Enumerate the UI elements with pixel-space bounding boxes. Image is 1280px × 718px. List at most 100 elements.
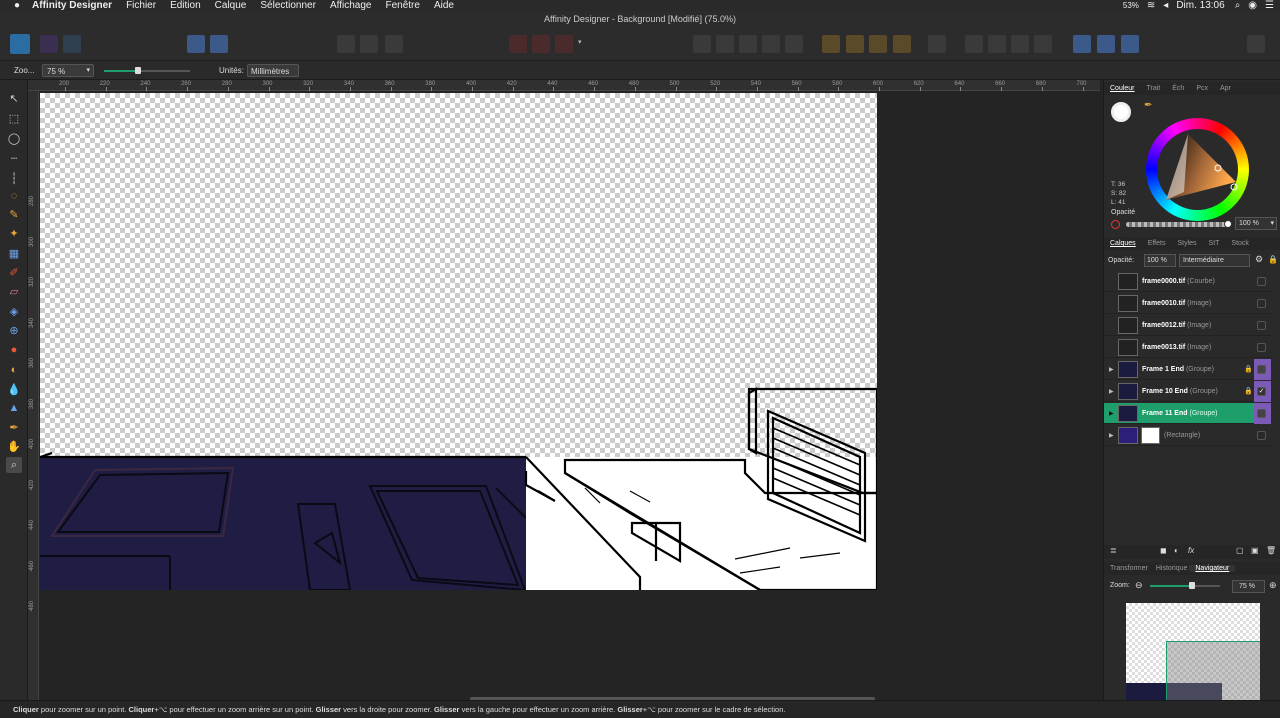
nav-zoom-slider[interactable] <box>1150 582 1220 589</box>
menu-fenetre[interactable]: Fenêtre <box>385 0 419 11</box>
rotate-right-icon[interactable] <box>1034 35 1052 53</box>
menu-selectionner[interactable]: Sélectionner <box>260 0 316 11</box>
snapping-icon[interactable] <box>210 35 228 53</box>
magic-wand-icon[interactable]: ✦ <box>6 225 22 241</box>
fx-icon[interactable]: fx <box>1188 546 1194 555</box>
grid-icon[interactable] <box>509 35 527 53</box>
magnet-icon[interactable] <box>555 35 573 53</box>
menu-edition[interactable]: Edition <box>170 0 201 11</box>
transform-bbox-icon[interactable] <box>385 35 403 53</box>
lock-icon[interactable]: 🔒 <box>1244 365 1253 373</box>
add-layer-icon[interactable]: ▢ <box>1236 546 1244 555</box>
visibility-checkbox[interactable] <box>1257 365 1266 374</box>
expand-arrow-icon[interactable]: ▶ <box>1109 388 1114 395</box>
menu-fichier[interactable]: Fichier <box>126 0 156 11</box>
guides-icon[interactable] <box>532 35 550 53</box>
tab-calques[interactable]: Calques <box>1104 240 1142 247</box>
lock-icon[interactable]: 🔒 <box>1244 387 1253 395</box>
flip-horizontal-icon[interactable] <box>965 35 983 53</box>
marquee-tool-icon[interactable]: ⬚ <box>6 110 22 126</box>
arrange-front-icon[interactable] <box>893 35 911 53</box>
grid-tool-icon[interactable]: ▦ <box>6 245 22 261</box>
tab-navigateur[interactable]: Navigateur <box>1189 565 1236 572</box>
tab-trait[interactable]: Trait <box>1141 85 1167 92</box>
apple-icon[interactable]: ● <box>14 0 20 11</box>
visibility-checkbox-checked[interactable]: ✓ <box>1257 387 1266 396</box>
menu-app[interactable]: Affinity Designer <box>32 0 112 11</box>
color-wheel[interactable] <box>1146 118 1249 221</box>
layer-row[interactable]: frame0013.tif (Image) <box>1104 337 1271 358</box>
layer-opacity-dropdown[interactable]: 100 % <box>1144 254 1176 267</box>
align-icon[interactable] <box>928 35 946 53</box>
eraser-tool-icon[interactable]: ▱ <box>6 283 22 299</box>
navigator-preview[interactable] <box>1126 603 1260 700</box>
gear-icon[interactable]: ⚙ <box>1255 254 1263 265</box>
ellipse-marquee-icon[interactable]: ◯ <box>6 130 22 146</box>
geometry-intersect-icon[interactable] <box>1121 35 1139 53</box>
adjustment-icon[interactable]: ◐ <box>1174 546 1179 555</box>
visibility-checkbox[interactable] <box>1257 321 1266 330</box>
fill-stroke-swatch[interactable] <box>1111 102 1131 122</box>
zoom-slider[interactable] <box>104 67 190 74</box>
zoom-out-icon[interactable]: ⊖ <box>1135 580 1143 591</box>
tab-historique[interactable]: Historique <box>1154 565 1190 572</box>
burn-tool-icon[interactable]: ● <box>6 342 22 358</box>
vertical-ruler[interactable]: 280 300 320 340 360 380 400 420 440 460 480 <box>28 91 39 700</box>
dodge-tool-icon[interactable]: ◐ <box>6 362 22 378</box>
expand-arrow-icon[interactable]: ▶ <box>1109 410 1114 417</box>
zoom-in-icon[interactable]: ⊕ <box>1269 580 1277 591</box>
tab-styles[interactable]: Styles <box>1171 240 1202 247</box>
color-picker-icon[interactable]: ✒ <box>1144 100 1152 111</box>
tab-ech[interactable]: Éch <box>1166 85 1190 92</box>
opacity-slider[interactable] <box>1126 220 1232 228</box>
horizontal-ruler[interactable]: 200 220 240 260 280 300 320 340 360 380 400 420 440 4… <box>28 80 1100 91</box>
navigator-viewport[interactable] <box>1166 641 1260 700</box>
arrange-backward-icon[interactable] <box>846 35 864 53</box>
hand-tool-icon[interactable]: ✋ <box>6 438 22 454</box>
siri-icon[interactable]: ◉ <box>1248 0 1257 11</box>
notification-icon[interactable]: ☰ <box>1265 0 1274 11</box>
battery-status[interactable]: 53% <box>1123 1 1139 10</box>
arrange-back-icon[interactable] <box>822 35 840 53</box>
boolean-divide-icon[interactable] <box>785 35 803 53</box>
lasso-tool-icon[interactable]: ◌ <box>6 188 22 204</box>
opacity-slider-handle[interactable] <box>1224 220 1232 228</box>
layer-row[interactable]: ▶ Frame 10 End (Groupe) 🔒 ✓ <box>1104 381 1271 402</box>
geometry-add-icon[interactable] <box>1073 35 1091 53</box>
boolean-add-icon[interactable] <box>693 35 711 53</box>
visibility-checkbox[interactable] <box>1257 409 1266 418</box>
arrange-forward-icon[interactable] <box>869 35 887 53</box>
flip-vertical-icon[interactable] <box>988 35 1006 53</box>
designer-persona-icon[interactable] <box>10 34 30 54</box>
geometry-subtract-icon[interactable] <box>1097 35 1115 53</box>
trash-icon[interactable]: 🗑 <box>1266 546 1276 555</box>
visibility-checkbox[interactable] <box>1257 277 1266 286</box>
menu-aide[interactable]: Aide <box>434 0 454 11</box>
assistant-icon[interactable] <box>187 35 205 53</box>
brush-tool-icon[interactable]: ✐ <box>6 264 22 280</box>
layer-row[interactable]: frame0012.tif (Image) <box>1104 315 1271 336</box>
color-picker-icon[interactable]: ✒ <box>6 419 22 435</box>
blur-tool-icon[interactable]: 💧 <box>6 381 22 397</box>
visibility-checkbox[interactable] <box>1257 343 1266 352</box>
tab-couleur[interactable]: Couleur <box>1104 85 1141 92</box>
zoom-slider-handle[interactable] <box>135 67 142 74</box>
tab-stt[interactable]: StT <box>1203 240 1226 247</box>
zoom-alt-icon[interactable]: ⊕ <box>6 322 22 338</box>
zoom-dropdown[interactable]: 75 % ▾ <box>42 64 94 77</box>
row-marquee-icon[interactable]: ┄ <box>6 150 22 166</box>
tab-pcx[interactable]: Pcx <box>1190 85 1214 92</box>
transform-objects-icon[interactable] <box>337 35 355 53</box>
units-dropdown[interactable]: Millimètres <box>247 64 299 77</box>
tab-effets[interactable]: Effets <box>1142 240 1172 247</box>
transform-origin-icon[interactable] <box>360 35 378 53</box>
group-icon[interactable]: ▣ <box>1251 546 1259 555</box>
lock-icon[interactable]: 🔒 <box>1268 255 1278 264</box>
boolean-subtract-icon[interactable] <box>716 35 734 53</box>
boolean-xor-icon[interactable] <box>762 35 780 53</box>
zoom-tool-icon[interactable]: ⌕ <box>6 457 22 473</box>
expand-arrow-icon[interactable]: ▶ <box>1109 432 1114 439</box>
user-account-icon[interactable] <box>1247 35 1265 53</box>
boolean-intersect-icon[interactable] <box>739 35 757 53</box>
blend-mode-dropdown[interactable]: Intermédiaire <box>1179 254 1250 267</box>
